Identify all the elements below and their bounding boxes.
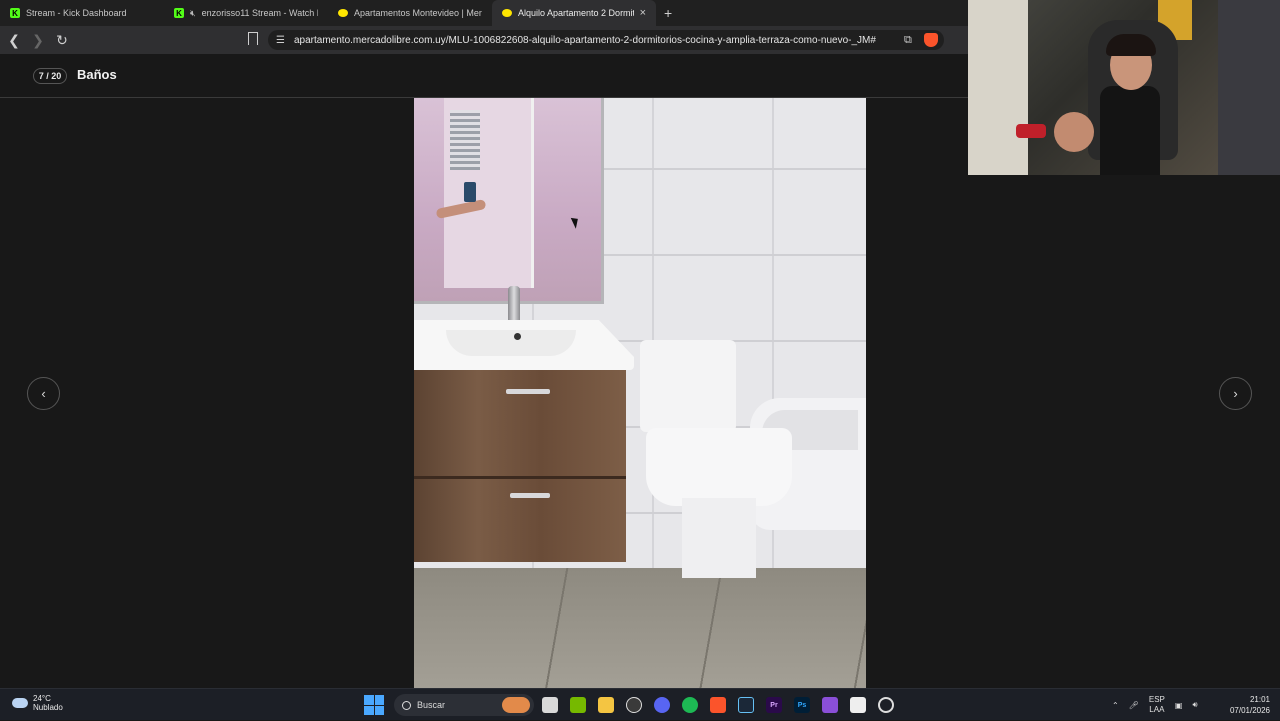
browser-toolbar: ❮ ❯ ↻ ☰ apartamento.mercadolibre.com.uy/… <box>0 26 968 54</box>
streamer-hair <box>1106 34 1156 56</box>
drawer-handle <box>510 493 550 498</box>
discord-icon[interactable] <box>650 693 674 717</box>
muted-speaker-icon[interactable]: 🔇︎ <box>190 8 196 19</box>
next-photo-button[interactable]: › <box>1219 377 1252 410</box>
streamer-jersey <box>1100 86 1160 175</box>
previous-photo-button[interactable]: ‹ <box>27 377 60 410</box>
nvidia-icon[interactable] <box>566 693 590 717</box>
system-tray: ⌃ 🎤︎ ESP LAA ▣ 🔊︎ <box>1112 689 1197 721</box>
weather-condition: Nublado <box>33 703 63 712</box>
kick-icon: K <box>10 8 20 18</box>
tab-title: Stream - Kick Dashboard <box>26 8 127 18</box>
weather-temperature: 24°C <box>33 694 51 703</box>
steam-icon[interactable] <box>734 693 758 717</box>
photoshop-icon[interactable]: Ps <box>790 693 814 717</box>
purple-app-icon[interactable] <box>818 693 842 717</box>
windows-start-icon[interactable] <box>364 695 384 715</box>
sink-drain <box>514 333 521 340</box>
gallery-photo[interactable] <box>414 98 866 688</box>
search-placeholder: Buscar <box>417 700 446 710</box>
browser-tab-strip: K Stream - Kick Dashboard K 🔇︎ enzorisso… <box>0 0 968 26</box>
reload-button[interactable]: ↻ <box>52 30 72 50</box>
file-explorer-icon[interactable] <box>538 693 562 717</box>
photo-counter: 7 / 20 <box>33 68 67 84</box>
taskbar-clock[interactable]: 21:01 07/01/2026 <box>1222 694 1270 716</box>
tab-title: Apartamentos Montevideo | Mercadolibre <box>354 8 482 18</box>
tab-kick-dashboard[interactable]: K Stream - Kick Dashboard <box>0 0 164 26</box>
address-bar[interactable]: ☰ apartamento.mercadolibre.com.uy/MLU-10… <box>268 30 944 50</box>
taskbar-apps: Buscar Pr Ps <box>364 689 898 721</box>
toilet-tank <box>640 340 736 432</box>
red-object <box>1016 124 1046 138</box>
drawer-divider <box>414 476 626 479</box>
language-indicator[interactable]: ESP LAA <box>1149 695 1165 715</box>
volume-icon[interactable]: 🔊︎ <box>1192 700 1197 710</box>
weather-widget[interactable]: 24°C Nublado <box>12 694 63 712</box>
search-icon <box>402 700 411 710</box>
bookmark-icon[interactable] <box>248 32 258 45</box>
toilet-seat <box>646 428 792 506</box>
url-text[interactable]: apartamento.mercadolibre.com.uy/MLU-1006… <box>294 35 904 46</box>
mercadolibre-icon <box>502 9 512 17</box>
webcam-wall <box>968 0 1028 175</box>
show-hidden-icons-icon[interactable]: ⌃ <box>1112 701 1119 710</box>
floor-grout <box>414 568 866 688</box>
brave-shield-icon[interactable] <box>924 33 938 47</box>
share-icon[interactable]: ⧉ <box>904 34 924 47</box>
forward-button[interactable]: ❯ <box>28 30 48 50</box>
obs-icon[interactable] <box>622 693 646 717</box>
site-info-icon[interactable]: ☰ <box>276 35 294 46</box>
tab-kick-stream[interactable]: K 🔇︎ enzorisso11 Stream - Watch Live <box>164 0 328 26</box>
sink-basin <box>446 330 576 356</box>
streamer-knee <box>1054 112 1094 152</box>
mirror <box>414 98 604 304</box>
back-button[interactable]: ❮ <box>4 30 24 50</box>
search-highlight-icon <box>502 697 530 713</box>
keyboard-layout: LAA <box>1149 705 1165 714</box>
spotify-icon[interactable] <box>678 693 702 717</box>
microphone-icon[interactable]: 🎤︎ <box>1129 701 1139 710</box>
toilet-base <box>682 498 756 578</box>
kick-icon: K <box>174 8 184 18</box>
new-tab-button[interactable]: + <box>656 5 680 21</box>
webcam-overlay <box>968 0 1280 175</box>
settings-icon[interactable] <box>874 693 898 717</box>
gallery-section-title: Baños <box>77 67 117 82</box>
cloud-icon <box>12 698 28 708</box>
tab-apartamentos-montevideo[interactable]: Apartamentos Montevideo | Mercadolibre <box>328 0 492 26</box>
close-tab-icon[interactable]: × <box>640 7 646 19</box>
vanity-cabinet <box>414 370 626 562</box>
clock-date: 07/01/2026 <box>1229 706 1270 715</box>
capcut-icon[interactable] <box>846 693 870 717</box>
tab-title: enzorisso11 Stream - Watch Live <box>201 8 318 18</box>
tab-title: Alquilo Apartamento 2 Dormitorios <box>518 8 634 18</box>
mercadolibre-icon <box>338 9 348 17</box>
reflected-phone <box>464 182 476 202</box>
premiere-icon[interactable]: Pr <box>762 693 786 717</box>
brave-icon[interactable] <box>706 693 730 717</box>
tab-alquilo-apartamento[interactable]: Alquilo Apartamento 2 Dormitorios × <box>492 0 656 26</box>
gallery-viewer-background <box>968 175 1280 688</box>
drawer-handle <box>506 389 550 394</box>
reflected-window <box>450 110 480 170</box>
folder-icon[interactable] <box>594 693 618 717</box>
taskbar-search[interactable]: Buscar <box>394 694 534 716</box>
language-code: ESP <box>1148 695 1165 704</box>
gallery-header <box>0 54 968 98</box>
windows-taskbar: 24°C Nublado Buscar Pr Ps ⌃ 🎤︎ ESP LAA ▣ <box>0 688 1280 720</box>
clock-time: 21:01 <box>1249 695 1270 704</box>
network-icon[interactable]: ▣ <box>1175 701 1183 710</box>
webcam-shelf <box>1218 0 1280 175</box>
